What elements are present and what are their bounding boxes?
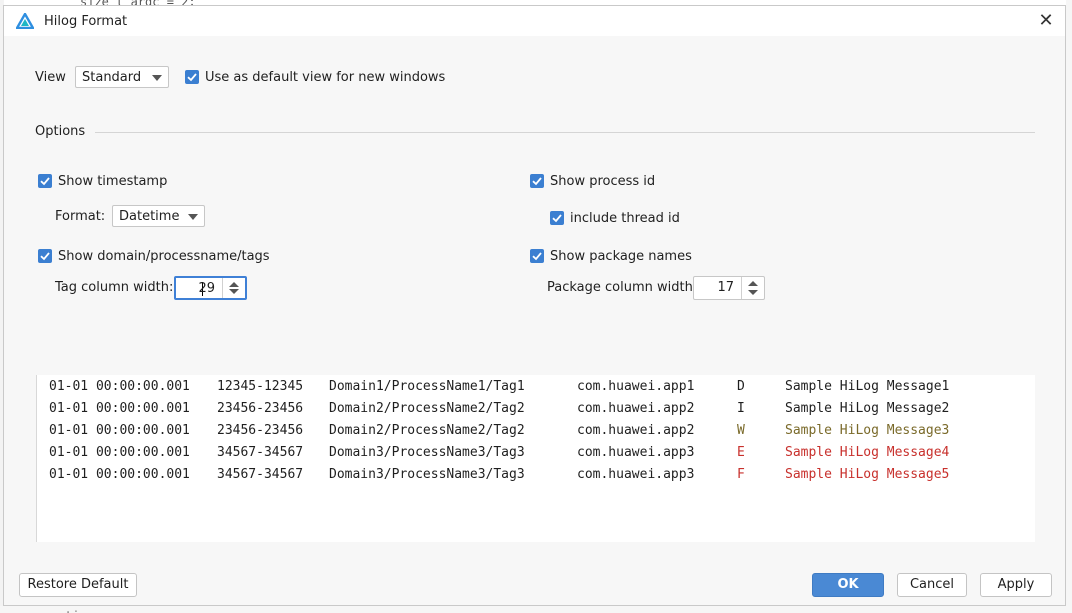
log-pkg: com.huawei.app3: [577, 467, 695, 482]
log-tag: Domain3/ProcessName3/Tag3: [329, 445, 525, 460]
package-width-label: Package column width:: [547, 280, 698, 295]
log-level: F: [737, 467, 745, 482]
log-msg: Sample HiLog Message3: [785, 423, 950, 438]
checkmark-icon: [532, 252, 542, 261]
background-editor-bottom: …::nmer, timer…: [0, 606, 1072, 613]
include-thread-label: include thread id: [570, 211, 680, 226]
log-time: 01-01 00:00:00.001: [49, 445, 190, 460]
options-section-label: Options: [35, 124, 86, 139]
log-level: W: [737, 423, 745, 438]
log-tag: Domain2/ProcessName2/Tag2: [329, 423, 525, 438]
log-pkg: com.huawei.app2: [577, 423, 695, 438]
arrow-up-icon[interactable]: [748, 281, 758, 286]
log-time: 01-01 00:00:00.001: [49, 401, 190, 416]
arrow-up-icon[interactable]: [229, 282, 239, 287]
log-pkg: com.huawei.app2: [577, 401, 695, 416]
tag-width-spinner[interactable]: 29: [174, 276, 247, 300]
dialog-title: Hilog Format: [44, 14, 128, 29]
show-timestamp-checkbox[interactable]: [38, 174, 52, 188]
log-pkg: com.huawei.app1: [577, 379, 695, 394]
apply-button[interactable]: Apply: [980, 573, 1052, 597]
checkmark-icon: [552, 214, 562, 223]
log-time: 01-01 00:00:00.001: [49, 423, 190, 438]
package-width-stepper[interactable]: [741, 277, 764, 299]
log-pid: 34567-34567: [217, 467, 304, 482]
log-level: D: [737, 379, 745, 394]
show-package-label: Show package names: [550, 249, 692, 264]
restore-default-button[interactable]: Restore Default: [19, 573, 137, 597]
checkmark-icon: [40, 252, 50, 261]
log-pid: 23456-23456: [217, 423, 304, 438]
arrow-down-icon[interactable]: [229, 289, 239, 294]
chevron-down-icon: [188, 214, 198, 220]
tag-width-label: Tag column width:: [55, 280, 174, 295]
cancel-button[interactable]: Cancel: [897, 573, 967, 597]
checkmark-icon: [40, 177, 50, 186]
chevron-down-icon: [152, 75, 162, 81]
default-view-checkbox[interactable]: [185, 70, 199, 84]
view-select[interactable]: Standard: [75, 66, 169, 88]
log-tag: Domain3/ProcessName3/Tag3: [329, 467, 525, 482]
show-process-id-checkbox[interactable]: [530, 174, 544, 188]
include-thread-checkbox[interactable]: [550, 211, 564, 225]
tag-width-stepper[interactable]: [222, 278, 245, 298]
checkmark-icon: [187, 73, 197, 82]
log-msg: Sample HiLog Message5: [785, 467, 950, 482]
format-select-value: Datetime: [119, 209, 180, 224]
log-level: I: [737, 401, 745, 416]
log-pkg: com.huawei.app3: [577, 445, 695, 460]
background-editor-right: [1066, 0, 1072, 613]
options-separator: [95, 132, 1035, 133]
log-preview-panel: 01-01 00:00:00.001 12345-12345 Domain1/Pro…: [36, 375, 1035, 542]
log-msg: Sample HiLog Message2: [785, 401, 950, 416]
view-select-value: Standard: [82, 70, 142, 85]
package-width-value[interactable]: 17: [717, 280, 734, 295]
format-select[interactable]: Datetime: [112, 205, 205, 227]
default-view-label: Use as default view for new windows: [205, 70, 446, 85]
ok-button[interactable]: OK: [812, 573, 884, 597]
checkmark-icon: [532, 177, 542, 186]
show-process-id-label: Show process id: [550, 174, 656, 189]
tag-width-value[interactable]: 29: [198, 281, 215, 296]
show-domain-checkbox[interactable]: [38, 249, 52, 263]
app-logo-icon: [16, 13, 34, 29]
log-level: E: [737, 445, 745, 460]
package-width-spinner[interactable]: 17: [693, 276, 765, 300]
title-bar: Hilog Format ✕: [4, 6, 1065, 36]
view-label: View: [35, 70, 66, 85]
log-time: 01-01 00:00:00.001: [49, 379, 190, 394]
format-label: Format:: [55, 209, 106, 224]
log-msg: Sample HiLog Message4: [785, 445, 950, 460]
log-pid: 23456-23456: [217, 401, 304, 416]
log-pid: 12345-12345: [217, 379, 304, 394]
hilog-format-dialog: Hilog Format ✕ View Standard Use as defa…: [3, 5, 1066, 606]
log-tag: Domain2/ProcessName2/Tag2: [329, 401, 525, 416]
log-tag: Domain1/ProcessName1/Tag1: [329, 379, 525, 394]
log-time: 01-01 00:00:00.001: [49, 467, 190, 482]
log-pid: 34567-34567: [217, 445, 304, 460]
show-timestamp-label: Show timestamp: [58, 174, 168, 189]
show-domain-label: Show domain/processname/tags: [58, 249, 270, 264]
log-msg: Sample HiLog Message1: [785, 379, 950, 394]
arrow-down-icon[interactable]: [748, 290, 758, 295]
close-icon[interactable]: ✕: [1035, 10, 1057, 32]
show-package-checkbox[interactable]: [530, 249, 544, 263]
